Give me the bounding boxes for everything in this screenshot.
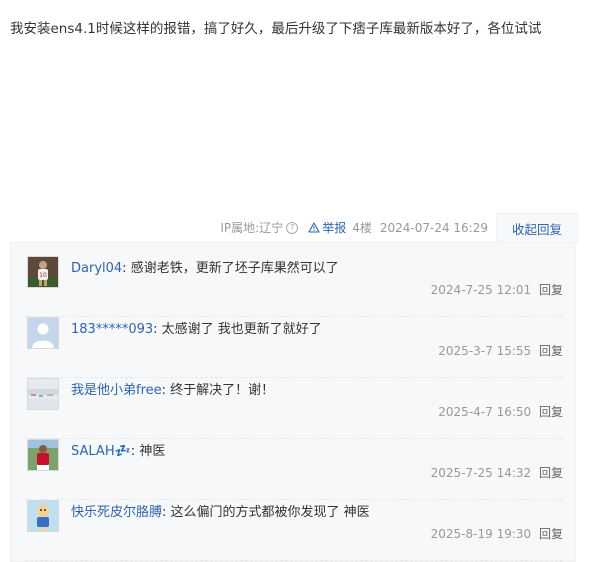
- floor-number: 4楼: [352, 221, 372, 235]
- report-link[interactable]: 举报: [308, 219, 346, 236]
- reply-button[interactable]: 回复: [539, 405, 563, 419]
- post-tail: IP属地:辽宁 ? 举报 4楼 2024-07-24 16:29 收起回复: [220, 212, 578, 243]
- reply-username[interactable]: SALAH💤: [71, 444, 131, 459]
- reply-content: 这么偏门的方式都被你发现了 神医: [170, 505, 370, 520]
- reply-content: 太感谢了 我也更新了就好了: [161, 322, 322, 337]
- avatar[interactable]: 10: [27, 256, 59, 288]
- reply-list: 10 Daryl04: 感谢老铁，更新了坯子库果然可以了 2024-7-25 1…: [10, 242, 576, 562]
- reply-text: 183*****093: 太感谢了 我也更新了就好了: [71, 318, 322, 337]
- post-content: 我安装ens4.1时候这样的报错，搞了好久，最后升级了下痞子库最新版本好了，各位…: [10, 21, 542, 37]
- reply-item: 183*****093: 太感谢了 我也更新了就好了 2025-3-7 15:5…: [25, 317, 563, 378]
- reply-meta: 2025-7-25 14:32 回复: [431, 464, 563, 481]
- reply-button[interactable]: 回复: [539, 527, 563, 541]
- reply-text: 快乐死皮尔胳膊: 这么偏门的方式都被你发现了 神医: [71, 501, 370, 520]
- reply-button[interactable]: 回复: [539, 344, 563, 358]
- reply-text: SALAH💤: 神医: [71, 440, 165, 459]
- reply-username[interactable]: 我是他小弟free: [71, 383, 162, 398]
- reply-meta: 2025-4-7 16:50 回复: [438, 403, 563, 420]
- reply-meta: 2025-8-19 19:30 回复: [431, 525, 563, 542]
- reply-colon: :: [162, 505, 171, 520]
- reply-username[interactable]: 183*****093: [71, 322, 153, 337]
- ip-location-label: IP属地:辽宁: [220, 221, 284, 235]
- reply-button[interactable]: 回复: [539, 283, 563, 297]
- reply-meta: 2025-3-7 15:55 回复: [438, 342, 563, 359]
- reply-time: 2025-8-19 19:30: [430, 527, 532, 541]
- report-label: 举报: [322, 221, 347, 235]
- reply-item: 我是他小弟free: 终于解决了！谢！ 2025-4-7 16:50 回复: [25, 378, 563, 439]
- reply-time: 2025-7-25 14:32: [430, 466, 532, 480]
- reply-content: 终于解决了！谢！: [170, 383, 275, 398]
- avatar[interactable]: [27, 378, 59, 410]
- reply-meta: 2024-7-25 12:01 回复: [431, 281, 563, 298]
- avatar[interactable]: [27, 317, 59, 349]
- reply-item: 10 Daryl04: 感谢老铁，更新了坯子库果然可以了 2024-7-25 1…: [25, 256, 563, 317]
- reply-time: 2025-4-7 16:50: [438, 405, 532, 419]
- ip-location: IP属地:辽宁 ?: [220, 219, 299, 236]
- reply-time: 2025-3-7 15:55: [438, 344, 532, 358]
- reply-username[interactable]: 快乐死皮尔胳膊: [71, 505, 162, 520]
- reply-item: SALAH💤: 神医 2025-7-25 14:32 回复: [25, 439, 563, 500]
- svg-text:10: 10: [39, 272, 47, 279]
- reply-content: 感谢老铁，更新了坯子库果然可以了: [130, 261, 339, 276]
- reply-text: 我是他小弟free: 终于解决了！谢！: [71, 379, 274, 398]
- reply-username[interactable]: Daryl04: [71, 261, 122, 276]
- post-date: 2024-07-24 16:29: [379, 220, 488, 235]
- reply-colon: :: [161, 383, 171, 398]
- warning-triangle-icon: [308, 222, 320, 233]
- reply-text: Daryl04: 感谢老铁，更新了坯子库果然可以了: [71, 257, 339, 276]
- reply-time: 2024-7-25 12:01: [430, 283, 532, 297]
- question-circle-icon[interactable]: ?: [286, 221, 299, 234]
- avatar[interactable]: [27, 500, 59, 532]
- collapse-replies-button[interactable]: 收起回复: [496, 212, 578, 243]
- avatar[interactable]: [27, 439, 59, 471]
- reply-colon: :: [153, 322, 162, 337]
- reply-item: 快乐死皮尔胳膊: 这么偏门的方式都被你发现了 神医 2025-8-19 19:3…: [25, 500, 563, 561]
- reply-button[interactable]: 回复: [539, 466, 563, 480]
- reply-colon: :: [122, 261, 131, 276]
- reply-content: 神医: [139, 444, 166, 459]
